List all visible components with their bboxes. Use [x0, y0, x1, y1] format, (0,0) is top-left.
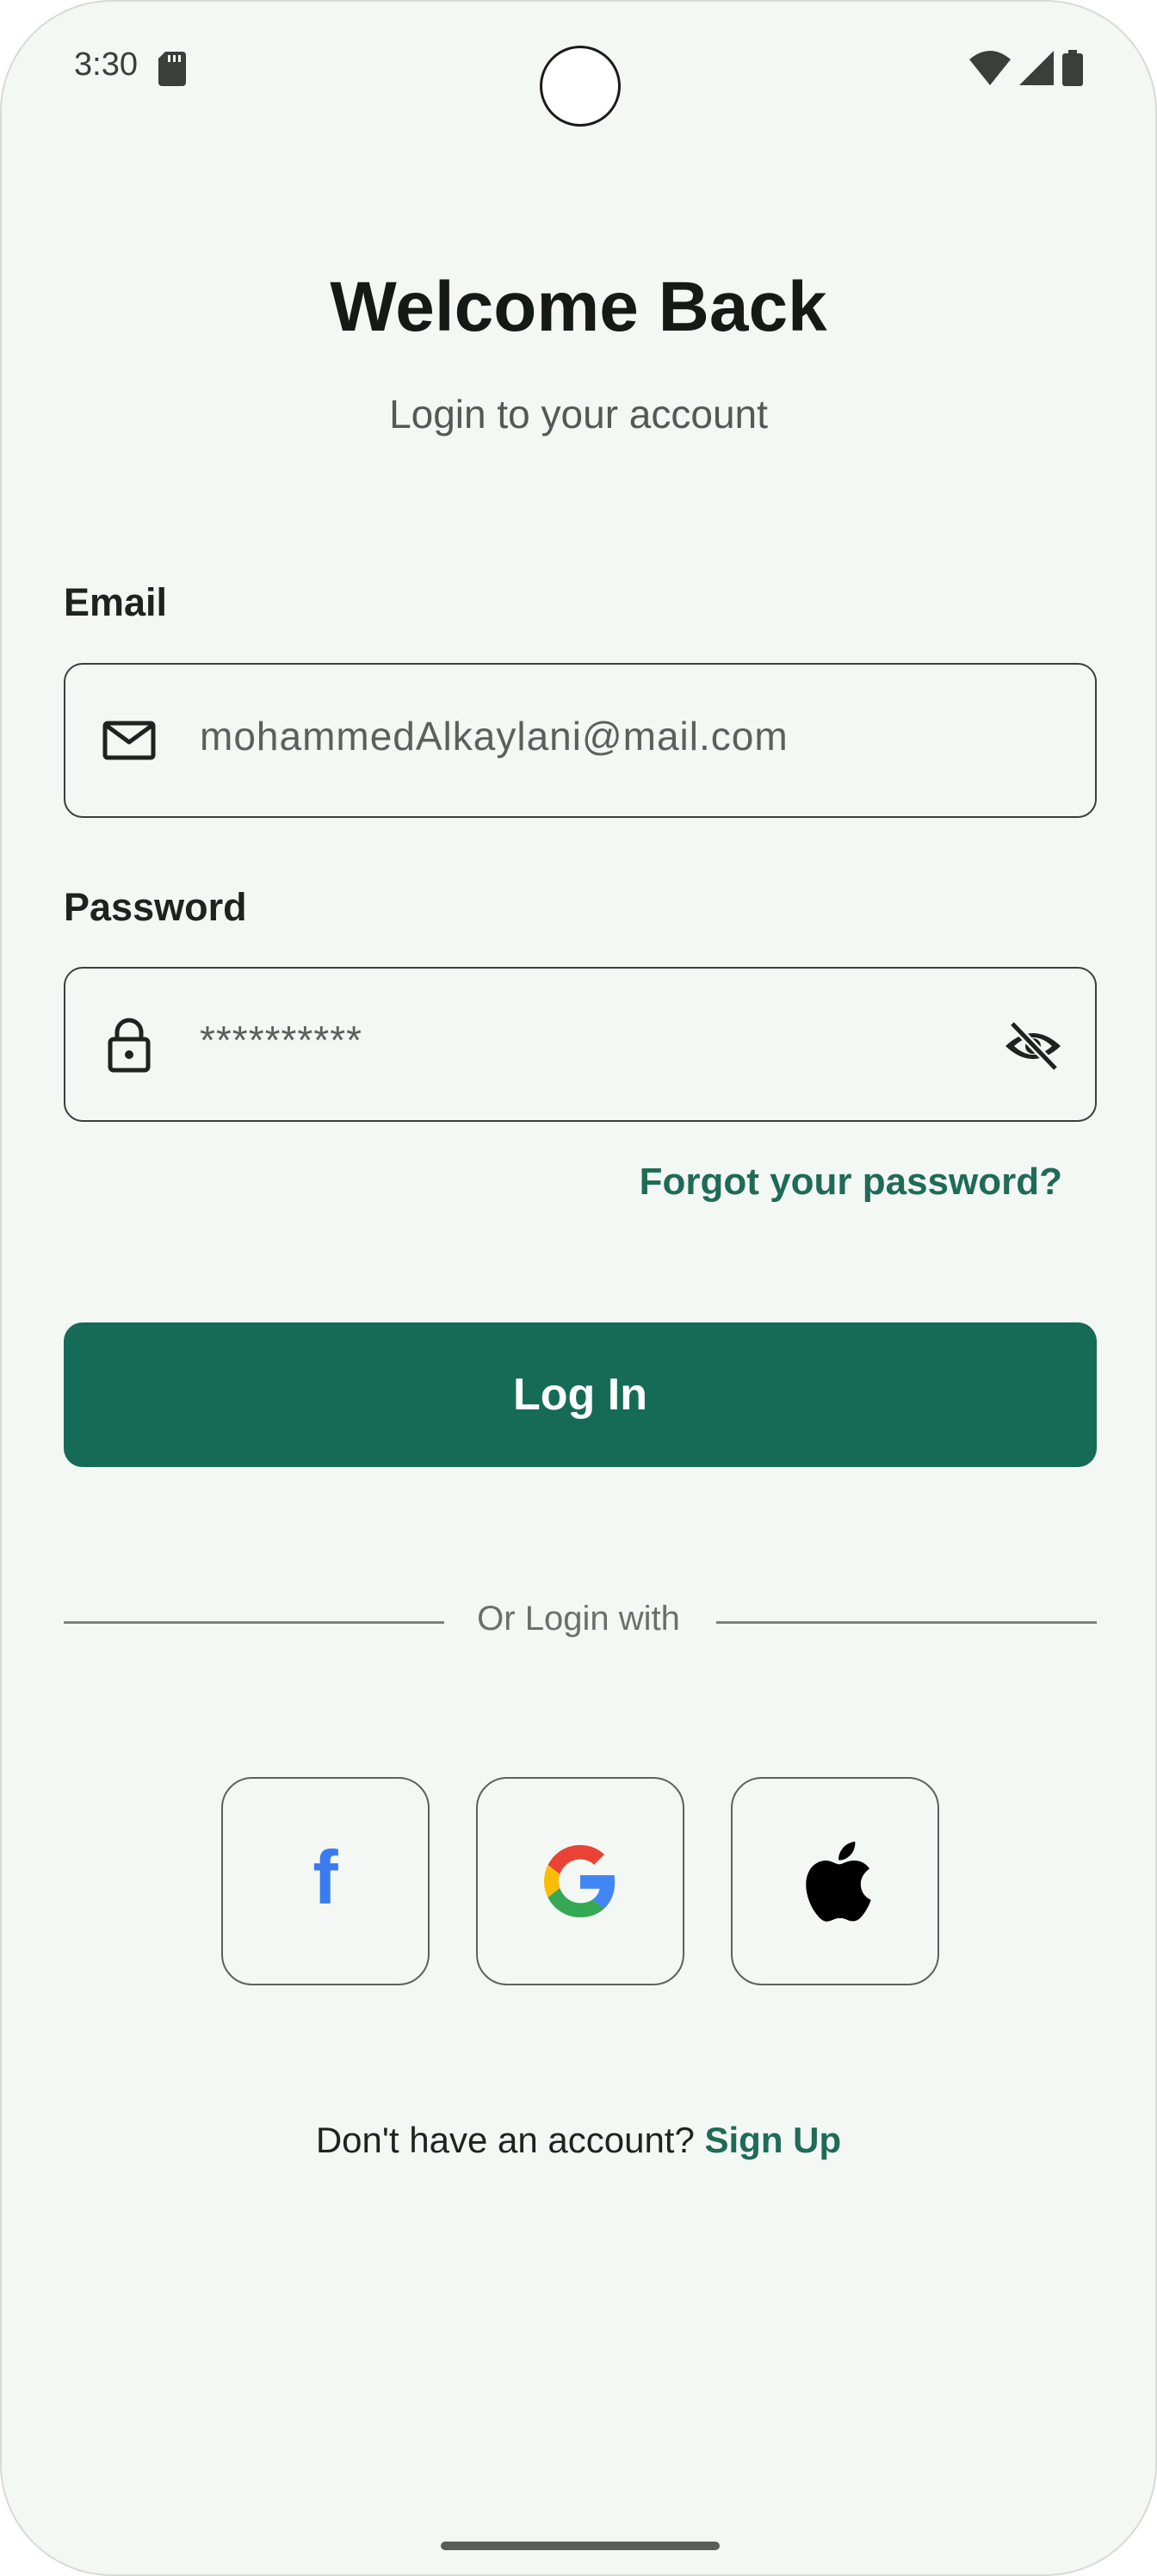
email-value: mohammedAlkaylani@mail.com	[200, 714, 789, 759]
password-label: Password	[64, 885, 247, 929]
status-time: 3:30	[74, 46, 138, 83]
facebook-icon: f	[312, 1847, 338, 1916]
svg-text:f: f	[312, 1847, 338, 1916]
status-bar: 3:30	[2, 2, 1155, 139]
mail-icon	[102, 721, 156, 760]
lock-icon	[108, 1018, 151, 1073]
wifi-icon	[969, 51, 1011, 85]
phone-screen: 3:30 Welcome Back Login to your account …	[0, 0, 1157, 2576]
page-subtitle: Login to your account	[389, 392, 768, 437]
forgot-password-link[interactable]: Forgot your password?	[640, 1161, 1062, 1204]
password-value: **********	[200, 1018, 363, 1062]
eye-off-icon[interactable]	[1002, 1015, 1064, 1077]
camera-cutout	[540, 46, 621, 127]
battery-icon	[1062, 50, 1083, 86]
divider-right	[716, 1621, 1097, 1624]
apple-login-button[interactable]	[731, 1777, 939, 1985]
password-field[interactable]: **********	[64, 967, 1097, 1122]
status-icons	[969, 50, 1083, 86]
page-title: Welcome Back	[330, 268, 827, 346]
apple-icon	[806, 1842, 871, 1922]
google-login-button[interactable]	[476, 1777, 684, 1985]
login-button[interactable]: Log In	[64, 1322, 1097, 1467]
signup-prompt: Don't have an account?	[315, 2120, 695, 2160]
signal-icon	[1019, 51, 1054, 85]
home-indicator[interactable]	[441, 2542, 720, 2550]
email-label: Email	[64, 580, 168, 624]
login-button-label: Log In	[513, 1370, 647, 1420]
divider-text: Or Login with	[477, 1600, 680, 1638]
signup-link[interactable]: Sign Up	[705, 2120, 842, 2160]
signup-row: Don't have an account? Sign Up	[2, 2120, 1155, 2161]
sd-card-icon	[158, 52, 186, 86]
email-field[interactable]: mohammedAlkaylani@mail.com	[64, 663, 1097, 818]
google-icon	[544, 1845, 616, 1917]
facebook-login-button[interactable]: f	[221, 1777, 430, 1985]
